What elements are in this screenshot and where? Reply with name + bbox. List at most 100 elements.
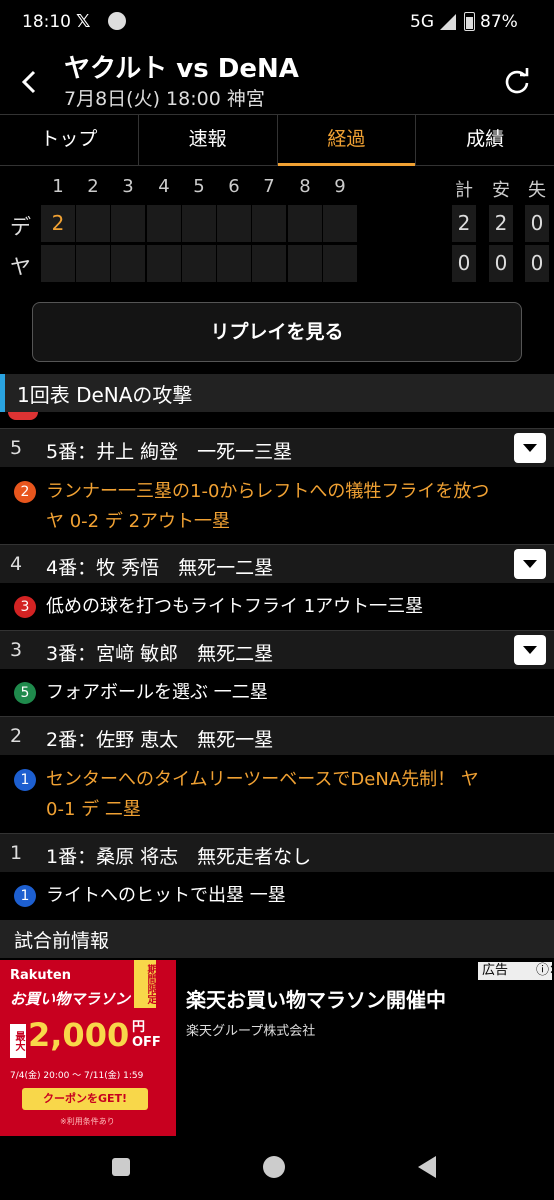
batter-name: 1番：桑原 将志 無死走者なし bbox=[46, 846, 312, 868]
ad-unit-yen: 円 bbox=[132, 1020, 146, 1035]
signal-icon bbox=[440, 14, 456, 30]
refresh-icon[interactable] bbox=[500, 64, 534, 98]
inning-score: 2 bbox=[41, 205, 75, 242]
recent-apps-icon[interactable] bbox=[112, 1158, 130, 1176]
tab-progress[interactable]: 経過 bbox=[277, 115, 417, 166]
pregame-info-header[interactable]: 試合前情報 bbox=[0, 920, 554, 958]
ad-close-icon[interactable]: ⓘ✕ bbox=[536, 962, 554, 980]
inning-score bbox=[182, 205, 216, 242]
pregame-info-label: 試合前情報 bbox=[14, 930, 110, 952]
inning-score bbox=[147, 205, 181, 242]
total-hits: 0 bbox=[489, 245, 513, 282]
battery-icon bbox=[464, 12, 475, 31]
inning-score bbox=[252, 245, 286, 282]
inning-header: 1 bbox=[52, 176, 64, 197]
inning-score bbox=[76, 205, 110, 242]
batter-name: 4番：牧 秀悟 無死一二塁 bbox=[46, 557, 274, 579]
inning-header: 5 bbox=[193, 176, 205, 197]
batter-row[interactable]: 5 5番：井上 絢登 一死一三塁 bbox=[0, 428, 554, 467]
ad-title[interactable]: 楽天お買い物マラソン開催中 bbox=[186, 984, 446, 1013]
chevron-down-icon[interactable] bbox=[514, 549, 546, 579]
batter-name: 2番：佐野 恵太 無死一塁 bbox=[46, 729, 274, 751]
back-icon[interactable] bbox=[14, 62, 46, 102]
total-runs: 0 bbox=[452, 245, 476, 282]
inning-header: 3 bbox=[122, 176, 134, 197]
pitch-count-badge: 1 bbox=[14, 769, 36, 791]
tab-live[interactable]: 速報 bbox=[139, 115, 278, 165]
pitch-count-badge: 5 bbox=[14, 682, 36, 704]
batting-order: 1 bbox=[10, 842, 23, 864]
play-row: 5 フォアボールを選ぶ 一二塁 bbox=[0, 676, 554, 712]
pitch-count-badge: 2 bbox=[14, 481, 36, 503]
inning-score bbox=[288, 245, 322, 282]
ad-dates: 7/4(金) 20:00 ～ 7/11(金) 1:59 bbox=[10, 1071, 144, 1081]
tab-top[interactable]: トップ bbox=[0, 115, 139, 165]
ad-amount: 2,000 bbox=[28, 1016, 130, 1054]
batter-row[interactable]: 3 3番：宮﨑 敏郎 無死二塁 bbox=[0, 630, 554, 669]
battery-percent: 87% bbox=[480, 12, 518, 32]
inning-score bbox=[147, 245, 181, 282]
total-runs: 2 bbox=[452, 205, 476, 242]
batting-order: 4 bbox=[10, 553, 23, 575]
batting-order: 5 bbox=[10, 437, 23, 459]
team-abbr: デ bbox=[10, 215, 31, 239]
batter-row[interactable]: 2 2番：佐野 恵太 無死一塁 bbox=[0, 716, 554, 755]
tab-bar: トップ 速報 経過 成績 bbox=[0, 114, 554, 166]
inning-header: 6 bbox=[228, 176, 240, 197]
ad-coupon-button[interactable]: クーポンをGET! bbox=[22, 1088, 148, 1110]
ad-limited-ribbon: 期間限定 bbox=[134, 960, 156, 1008]
team-abbr: ヤ bbox=[10, 255, 31, 279]
ad-choices-badge[interactable]: 広告 ⓘ✕ bbox=[478, 962, 554, 980]
total-header-hits: 安 bbox=[492, 180, 510, 201]
play-text: フォアボールを選ぶ 一二塁 bbox=[46, 682, 268, 703]
inning-header: 4 bbox=[158, 176, 170, 197]
batting-order: 2 bbox=[10, 725, 23, 747]
inning-score bbox=[323, 245, 357, 282]
inning-score bbox=[252, 205, 286, 242]
inning-section-header: 1回表 DeNAの攻撃 bbox=[0, 374, 554, 412]
inning-score bbox=[76, 245, 110, 282]
inning-section-title: 1回表 DeNAの攻撃 bbox=[17, 383, 193, 407]
ad-label: 広告 bbox=[482, 963, 509, 978]
total-errors: 0 bbox=[525, 245, 549, 282]
ad-max-label: 最大 bbox=[10, 1024, 26, 1058]
chevron-down-icon[interactable] bbox=[514, 433, 546, 463]
play-text: 低めの球を打つもライトフライ 1アウト一三塁 bbox=[46, 596, 424, 617]
play-text: ヤ 0-2 デ 2アウト一塁 bbox=[46, 511, 231, 532]
home-icon[interactable] bbox=[263, 1156, 285, 1178]
ad-unit: 円 OFF bbox=[132, 1020, 161, 1050]
inning-header: 9 bbox=[334, 176, 346, 197]
replay-button[interactable]: リプレイを見る bbox=[32, 302, 522, 362]
batter-row[interactable]: 1 1番：桑原 将志 無死走者なし bbox=[0, 833, 554, 872]
batter-name: 3番：宮﨑 敏郎 無死二塁 bbox=[46, 643, 274, 665]
inning-score bbox=[182, 245, 216, 282]
status-bar: 18:10 𝕏 5G 87% bbox=[0, 0, 554, 44]
play-text: ランナー一三塁の1-0からレフトへの犠牲フライを放つ bbox=[46, 481, 490, 502]
pitch-count-badge: 3 bbox=[14, 596, 36, 618]
back-nav-icon[interactable] bbox=[418, 1156, 436, 1178]
chevron-down-icon[interactable] bbox=[514, 635, 546, 665]
inning-header: 8 bbox=[299, 176, 311, 197]
inning-score bbox=[111, 205, 145, 242]
network-type: 5G bbox=[410, 12, 434, 32]
inning-score bbox=[323, 205, 357, 242]
ad-brand: Rakuten bbox=[10, 968, 71, 983]
batter-row[interactable]: 4 4番：牧 秀悟 無死一二塁 bbox=[0, 544, 554, 583]
status-time: 18:10 bbox=[22, 12, 71, 32]
batting-order: 3 bbox=[10, 639, 23, 661]
total-header-errors: 失 bbox=[528, 180, 546, 201]
ad-advertiser: 楽天グループ株式会社 bbox=[186, 1024, 316, 1039]
inning-header: 7 bbox=[263, 176, 275, 197]
total-errors: 0 bbox=[525, 205, 549, 242]
inning-score bbox=[41, 245, 75, 282]
x-app-icon: 𝕏 bbox=[76, 11, 91, 32]
scrolled-event-indicator bbox=[8, 412, 38, 420]
ad-image[interactable]: Rakuten お買い物マラソン 期間限定 最大 2,000 円 OFF 7/4(… bbox=[0, 960, 176, 1136]
ad-note: ※利用条件あり bbox=[60, 1117, 115, 1126]
play-text: 0-1 デ 二塁 bbox=[46, 799, 141, 820]
play-row: 2 ランナー一三塁の1-0からレフトへの犠牲フライを放つ ヤ 0-2 デ 2アウ… bbox=[0, 475, 554, 541]
tab-stats[interactable]: 成績 bbox=[416, 115, 554, 165]
play-row: 1 ライトへのヒットで出塁 一塁 bbox=[0, 879, 554, 915]
inning-score bbox=[217, 245, 251, 282]
play-row: 1 センターへのタイムリーツーベースでDeNA先制！ ヤ 0-1 デ 二塁 bbox=[0, 763, 554, 829]
